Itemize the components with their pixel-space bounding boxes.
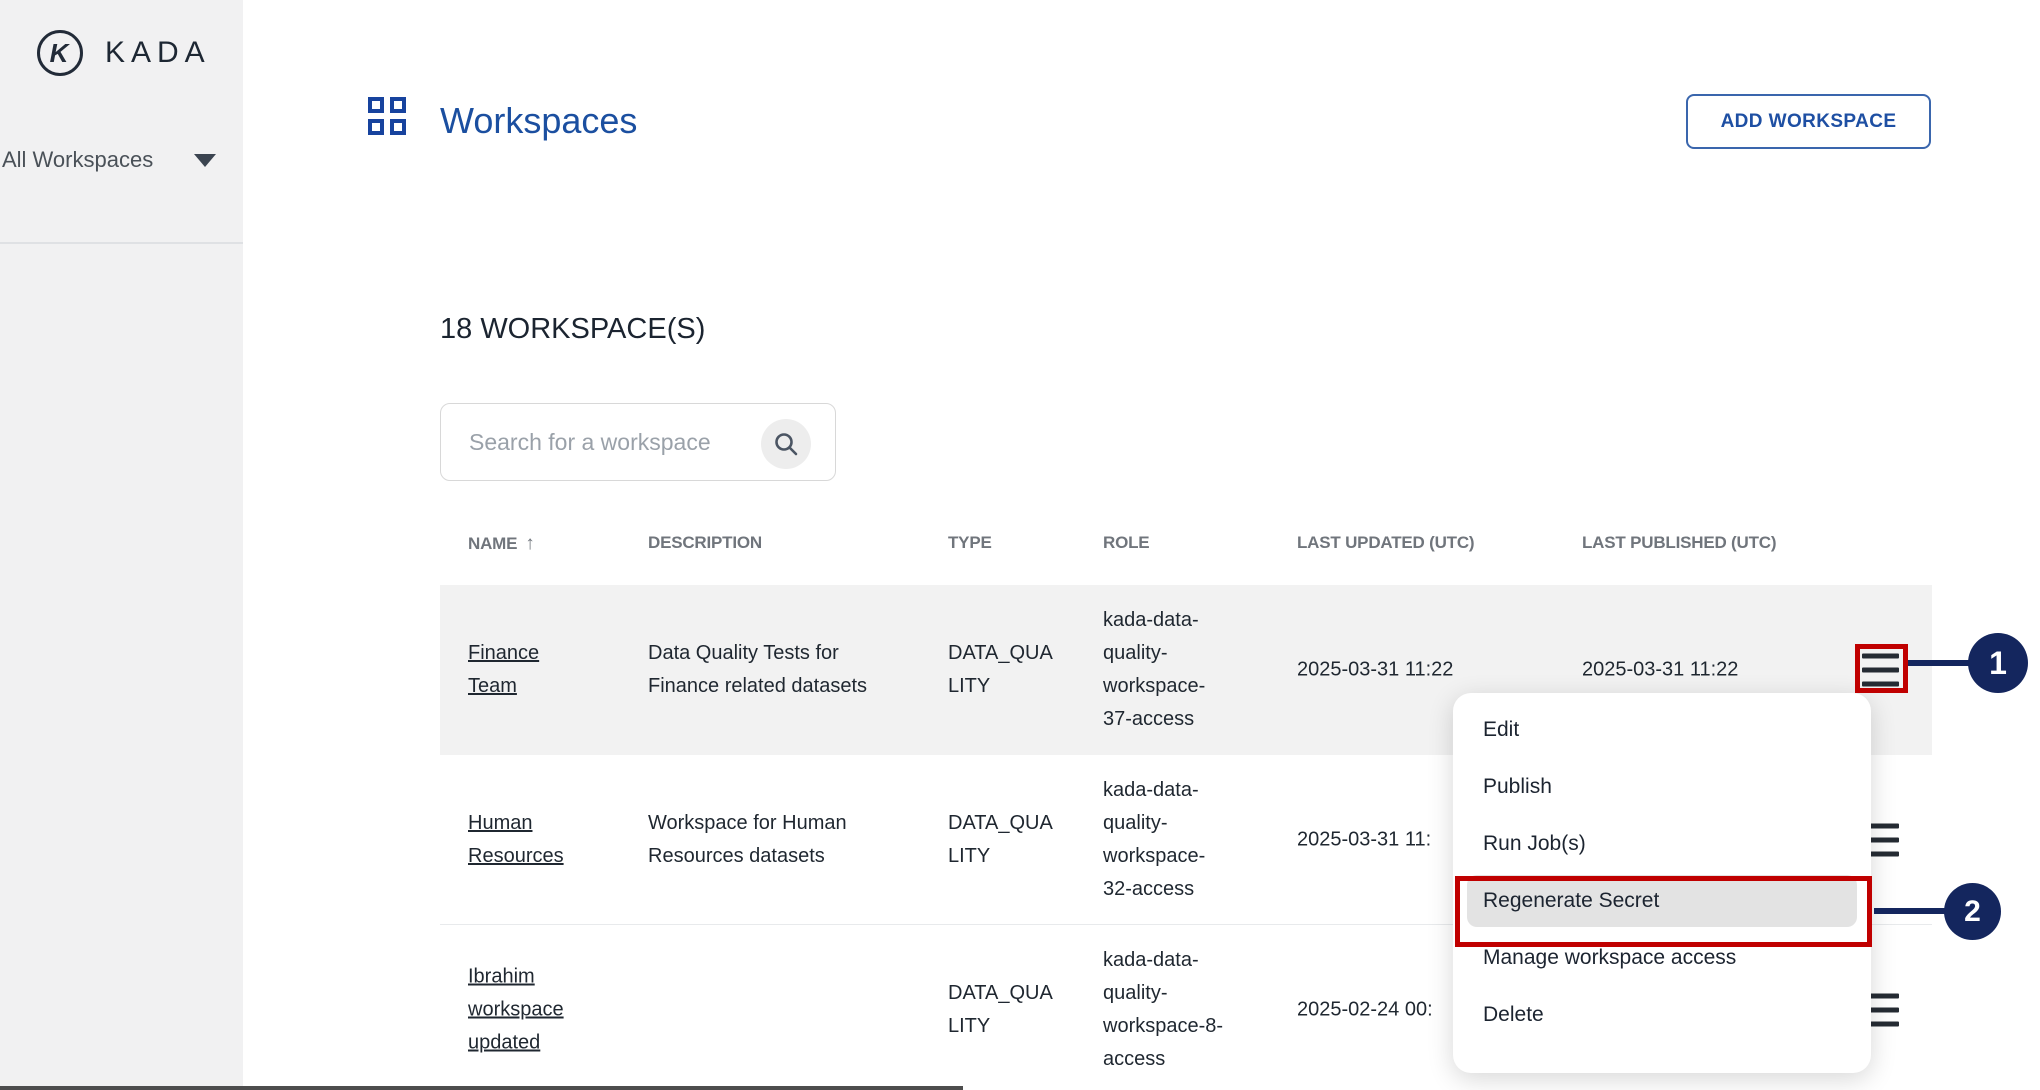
workspace-role: kada-data-quality-workspace-37-access — [1103, 604, 1231, 736]
all-workspaces-label: All Workspaces — [2, 147, 153, 173]
annotation-highlight-box-menu-icon — [1855, 644, 1908, 693]
menu-item-publish[interactable]: Publish — [1453, 758, 1871, 815]
column-header-name[interactable]: NAME↑ — [468, 533, 535, 555]
workspace-name-link[interactable]: Ibrahim workspace updated — [468, 961, 578, 1060]
workspace-search-box[interactable] — [440, 403, 836, 481]
workspace-count-heading: 18 WORKSPACE(S) — [440, 313, 705, 346]
workspace-type: DATA_QUALITY — [948, 807, 1053, 873]
kada-logo-icon: K — [37, 30, 83, 76]
workspace-description: Data Quality Tests for Finance related d… — [648, 637, 878, 703]
sort-asc-arrow-icon: ↑ — [525, 533, 534, 554]
column-header-last-published[interactable]: LAST PUBLISHED (UTC) — [1582, 533, 1776, 553]
workspace-description: Workspace for Human Resources datasets — [648, 807, 878, 873]
annotation-connector-line — [1908, 660, 1972, 666]
all-workspaces-dropdown[interactable]: All Workspaces — [2, 147, 230, 173]
annotation-step-badge: 1 — [1968, 633, 2028, 693]
last-updated-value: 2025-03-31 11:22 — [1297, 654, 1517, 687]
annotation-connector-line — [1874, 908, 1948, 914]
workspace-name-link[interactable]: Human Resources — [468, 807, 578, 873]
sidebar-divider — [0, 242, 243, 244]
add-workspace-button[interactable]: ADD WORKSPACE — [1686, 94, 1931, 149]
workspaces-grid-icon — [368, 97, 408, 137]
table-header-row: NAME↑ DESCRIPTION TYPE ROLE LAST UPDATED… — [440, 533, 1932, 565]
workspace-type: DATA_QUALITY — [948, 637, 1053, 703]
menu-item-delete[interactable]: Delete — [1453, 986, 1871, 1043]
kada-logo-letter: K — [50, 38, 69, 69]
workspace-role: kada-data-quality-workspace-32-access — [1103, 774, 1231, 906]
brand-name: KADA — [105, 36, 211, 70]
annotation-highlight-box-regenerate-secret — [1455, 876, 1872, 947]
column-header-description[interactable]: DESCRIPTION — [648, 533, 762, 553]
column-header-last-updated[interactable]: LAST UPDATED (UTC) — [1297, 533, 1474, 553]
workspace-type: DATA_QUALITY — [948, 977, 1053, 1043]
column-header-role[interactable]: ROLE — [1103, 533, 1149, 553]
last-published-value: 2025-03-31 11:22 — [1582, 654, 1822, 687]
annotation-step-badge: 2 — [1944, 883, 2001, 940]
menu-item-edit[interactable]: Edit — [1453, 701, 1871, 758]
sidebar: K KADA All Workspaces — [0, 0, 243, 1090]
caret-down-icon — [194, 154, 216, 167]
bottom-edge-bar — [0, 1086, 963, 1090]
workspace-name-link[interactable]: Finance Team — [468, 637, 578, 703]
menu-item-run-jobs[interactable]: Run Job(s) — [1453, 815, 1871, 872]
workspace-role: kada-data-quality-workspace-8-access — [1103, 944, 1231, 1076]
search-icon[interactable] — [761, 419, 811, 469]
page-title: Workspaces — [440, 100, 637, 142]
app-screen: K KADA All Workspaces Workspaces ADD WOR… — [0, 0, 2040, 1090]
search-input[interactable] — [469, 429, 749, 456]
brand: K KADA — [37, 30, 211, 76]
column-header-type[interactable]: TYPE — [948, 533, 992, 553]
